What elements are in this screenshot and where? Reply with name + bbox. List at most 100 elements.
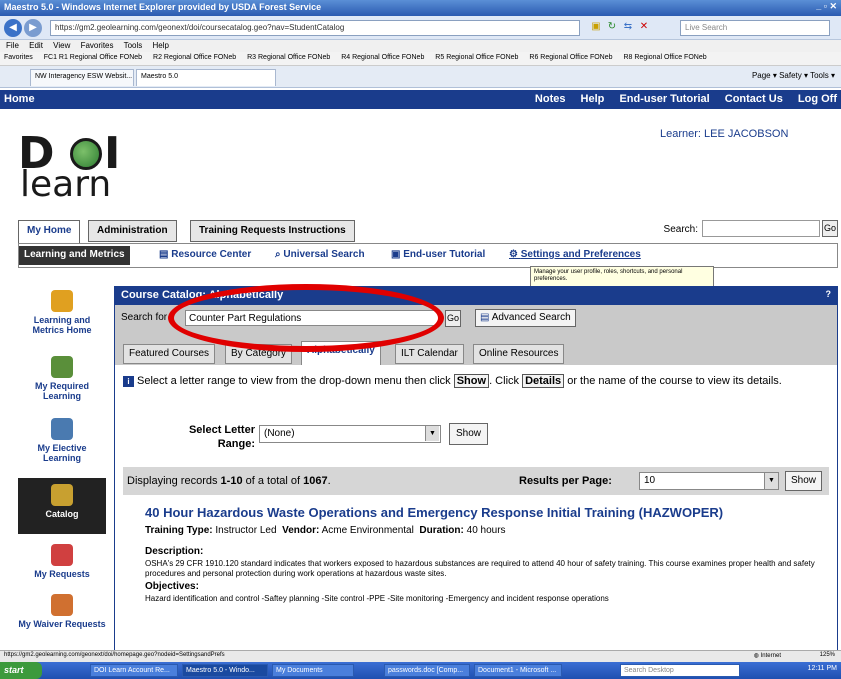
chevron-down-icon[interactable]: ▼ [764,473,778,489]
window-controls[interactable]: _ ▫ ✕ [816,1,837,12]
logoff-link[interactable]: Log Off [798,93,837,105]
results-show-button[interactable]: Show [785,471,823,491]
tab-ilt-calendar[interactable]: ILT Calendar [395,344,464,364]
sidebar-item-requests[interactable]: My Requests [18,544,106,579]
subnav-resource-center[interactable]: ▤ Resource Center [159,249,251,260]
tab-administration[interactable]: Administration [88,220,177,242]
panel-title: Course Catalog: Alphabetically [121,289,284,301]
sidebar-item-elective[interactable]: My Elective Learning [18,418,106,463]
sidebar-item-label: My Elective Learning [37,443,87,463]
panel-header: Course Catalog: Alphabetically ? [115,287,837,305]
subnav-settings-label: Settings and Preferences [520,249,641,260]
menu-favorites[interactable]: Favorites [81,41,114,50]
letter-show-button[interactable]: Show [449,423,489,445]
catalog-search-input[interactable] [185,310,439,326]
tab-training-requests[interactable]: Training Requests Instructions [190,220,355,242]
start-button[interactable]: start [0,662,42,679]
favorite-link[interactable]: FC1 R1 Regional Office FONeb [44,54,142,61]
records-range: 1-10 [220,475,243,487]
training-type: Instructor Led [215,525,277,536]
results-per-page-select[interactable]: 10 [639,472,779,490]
desktop-search-input[interactable]: Search Desktop [620,664,740,677]
menu-edit[interactable]: Edit [29,41,43,50]
menu-tools[interactable]: Tools [124,41,143,50]
doi-learn-logo: D I learn [18,124,138,205]
tab-alphabetically[interactable]: Alphabetically [301,341,381,365]
browser-tab[interactable]: NW Interagency ESW Websit... [30,69,134,86]
chevron-down-icon[interactable]: ▼ [425,426,439,441]
favorite-link[interactable]: R6 Regional Office FONeb [529,54,612,61]
menu-file[interactable]: File [6,41,19,50]
search-go-button[interactable]: Go [445,310,461,327]
notes-link[interactable]: Notes [535,93,566,105]
site-search-go-button[interactable]: Go [822,220,838,237]
live-search-input[interactable]: Live Search [680,20,830,36]
sidebar-item-label: My Required Learning [34,381,89,401]
taskbar-item[interactable]: My Documents [272,664,354,677]
taskbar-item-active[interactable]: Maestro 5.0 - Windo... [182,664,268,677]
compat-icon[interactable]: ⇆ [622,21,634,33]
requests-icon [51,544,73,566]
sidebar-item-waiver[interactable]: My Waiver Requests [18,594,106,629]
subnav-settings[interactable]: ⚙ Settings and Preferences [509,249,641,260]
back-icon[interactable]: ◀ [4,19,22,37]
menu-help[interactable]: Help [153,41,169,50]
site-search-input[interactable] [702,220,820,237]
advanced-search-label: Advanced Search [491,312,571,323]
tab-by-category[interactable]: By Category [225,344,293,364]
records-text-a: Displaying records [127,475,218,487]
status-bar: https://gm2.geolearning.com/geonext/doi/… [0,650,841,662]
help-icon[interactable]: ? [826,289,832,299]
refresh-icon[interactable]: ↻ [606,21,618,33]
vendor: Acme Environmental [321,525,414,536]
taskbar-item[interactable]: passwords.doc [Comp... [384,664,470,677]
sidebar-item-learning-home[interactable]: Learning and Metrics Home [18,290,106,335]
instructions-text-b: . Click [489,375,520,387]
taskbar-item[interactable]: Document1 - Microsoft ... [474,664,562,677]
tutorial-link[interactable]: End-user Tutorial [619,93,709,105]
objectives-heading: Objectives: [145,581,199,592]
letter-range-select[interactable]: (None) [259,425,441,443]
address-bar[interactable]: https://gm2.geolearning.com/geonext/doi/… [50,20,580,36]
advanced-search-button[interactable]: ▤ Advanced Search [475,309,576,327]
taskbar: start DOI Learn Account Re... Maestro 5.… [0,662,841,679]
window-title-bar: Maestro 5.0 - Windows Internet Explorer … [0,0,841,16]
training-type-label: Training Type: [145,525,213,536]
subnav-end-user-tutorial[interactable]: ▣ End-user Tutorial [391,249,485,260]
logo-text-learn: learn [20,164,112,205]
tab-my-home[interactable]: My Home [18,220,81,244]
stop-icon[interactable]: ✕ [638,21,650,33]
duration-label: Duration: [419,525,464,536]
menu-view[interactable]: View [53,41,70,50]
sidebar-item-required[interactable]: My Required Learning [18,356,106,401]
home-link[interactable]: Home [4,93,35,105]
help-link[interactable]: Help [581,93,605,105]
status-url: https://gm2.geolearning.com/geonext/doi/… [4,652,225,658]
favorite-link[interactable]: R4 Regional Office FONeb [341,54,424,61]
subnav-learning-metrics[interactable]: Learning and Metrics [19,246,130,265]
forward-icon[interactable]: ▶ [24,19,42,37]
tab-featured-courses[interactable]: Featured Courses [123,344,216,364]
favorite-link[interactable]: R5 Regional Office FONeb [435,54,518,61]
taskbar-item[interactable]: DOI Learn Account Re... [90,664,178,677]
tab-online-resources[interactable]: Online Resources [473,344,565,364]
command-bar[interactable]: Page ▾ Safety ▾ Tools ▾ [752,71,835,80]
favorite-link[interactable]: R8 Regional Office FONeb [623,54,706,61]
instructions-show-key: Show [453,374,490,388]
lock-icon[interactable]: ▣ [590,21,602,33]
contact-link[interactable]: Contact Us [725,93,783,105]
instructions-details-key: Details [522,374,565,388]
settings-tooltip: Manage your user profile, roles, shortcu… [530,266,714,288]
favorites-button[interactable]: Favorites [4,54,33,61]
browser-tab-active[interactable]: Maestro 5.0 [136,69,276,86]
favorite-link[interactable]: R3 Regional Office FONeb [247,54,330,61]
subnav-universal-search[interactable]: ⌕ Universal Search [275,249,365,260]
globe-icon: ◍ [753,653,761,659]
menu-bar: File Edit View Favorites Tools Help [0,40,841,52]
learning-home-icon [51,290,73,312]
course-catalog-panel: Course Catalog: Alphabetically ? Search … [114,286,838,658]
sidebar-item-catalog[interactable]: Catalog [18,478,106,534]
zoom-level[interactable]: 125% [820,652,835,658]
course-title-link[interactable]: 40 Hour Hazardous Waste Operations and E… [145,505,815,521]
favorite-link[interactable]: R2 Regional Office FONeb [153,54,236,61]
